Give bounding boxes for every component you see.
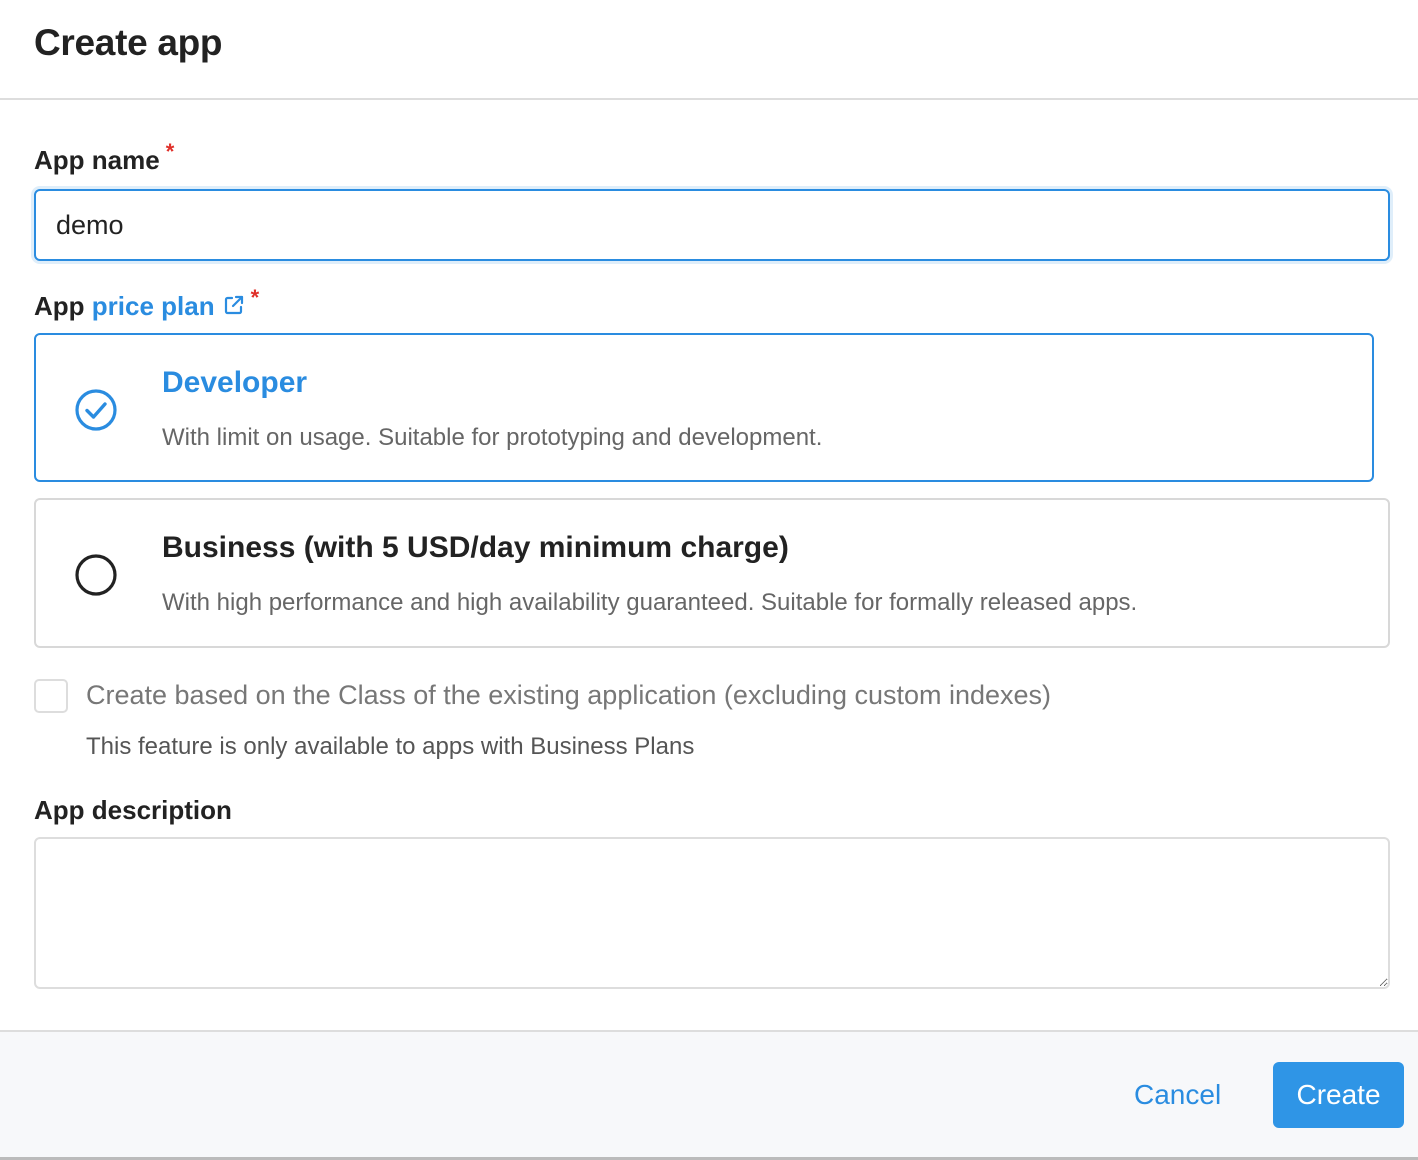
price-plan-label: App price plan * <box>34 285 259 323</box>
clone-class-checkbox[interactable] <box>34 679 68 713</box>
external-link-icon <box>223 292 245 323</box>
price-plan-link-text: price plan <box>91 291 215 321</box>
plan-title: Developer <box>162 366 308 399</box>
app-name-required-mark: * <box>165 139 175 164</box>
dialog-title: Create app <box>34 22 223 63</box>
price-plan-label-prefix: App <box>34 291 85 321</box>
dialog-header: Create app <box>0 0 1418 100</box>
clone-class-label: Create based on the Class of the existin… <box>86 680 1052 710</box>
app-name-input[interactable] <box>34 189 1390 261</box>
app-description-textarea[interactable] <box>34 837 1390 989</box>
plan-option-developer[interactable]: Developer With limit on usage. Suitable … <box>34 333 1374 482</box>
app-name-label: App name * <box>34 139 174 176</box>
plan-description: With high performance and high availabil… <box>162 589 1138 616</box>
price-plan-required-mark: * <box>250 285 260 310</box>
app-name-label-text: App name <box>34 145 160 175</box>
price-plan-link[interactable]: price plan <box>92 291 245 321</box>
create-button[interactable]: Create <box>1273 1062 1404 1128</box>
cancel-button[interactable]: Cancel <box>1120 1062 1235 1128</box>
app-description-label: App description <box>34 795 232 825</box>
plan-description: With limit on usage. Suitable for protot… <box>162 424 823 451</box>
plan-option-business[interactable]: Business (with 5 USD/day minimum charge)… <box>34 498 1390 648</box>
check-circle-icon <box>74 388 118 432</box>
radio-circle-icon <box>74 553 118 597</box>
plan-title: Business (with 5 USD/day minimum charge) <box>162 531 789 564</box>
clone-class-hint: This feature is only available to apps w… <box>86 733 695 760</box>
